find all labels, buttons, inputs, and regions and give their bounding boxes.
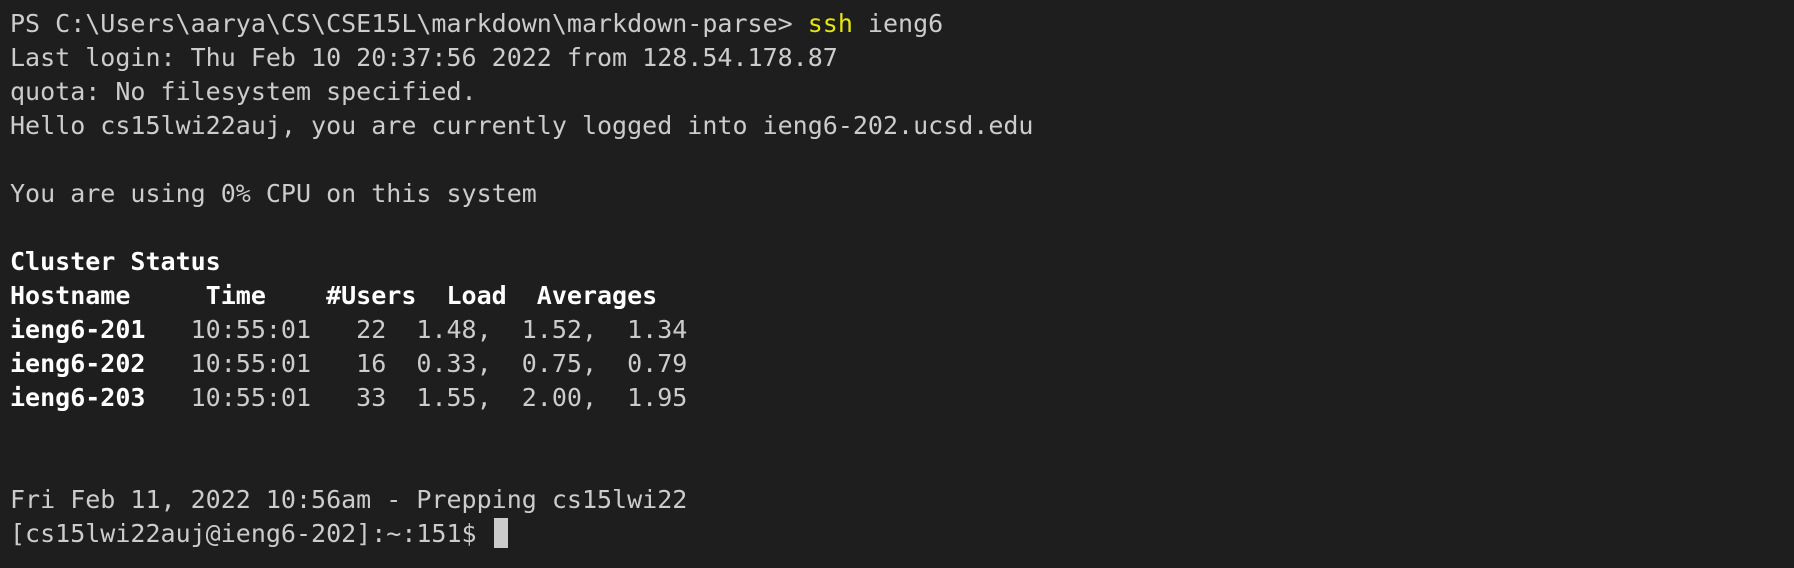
cluster-row: ieng6-201 10:55:01 22 1.48, 1.52, 1.34 (10, 313, 1794, 347)
ps-prompt-line: PS C:\Users\aarya\CS\CSE15L\markdown\mar… (10, 7, 1794, 41)
text-cursor (493, 518, 508, 548)
last-login-line: Last login: Thu Feb 10 20:37:56 2022 fro… (10, 43, 838, 72)
remote-prompt: [cs15lwi22auj@ieng6-202]:~:151$ (10, 519, 492, 548)
quota-line: quota: No filesystem specified. (10, 77, 477, 106)
cluster-header: Hostname Time #Users Load Averages (10, 281, 658, 310)
host-name: ieng6-202 (10, 349, 146, 378)
cluster-row: ieng6-202 10:55:01 16 0.33, 0.75, 0.79 (10, 347, 1794, 381)
cluster-row: ieng6-203 10:55:01 33 1.55, 2.00, 1.95 (10, 381, 1794, 415)
host-stats: 10:55:01 22 1.48, 1.52, 1.34 (145, 315, 688, 344)
host-stats: 10:55:01 33 1.55, 2.00, 1.95 (145, 383, 688, 412)
prepping-line: Fri Feb 11, 2022 10:56am - Prepping cs15… (10, 485, 688, 514)
command-text: ssh (807, 9, 853, 38)
hello-line: Hello cs15lwi22auj, you are currently lo… (10, 111, 1034, 140)
host-name: ieng6-201 (10, 315, 146, 344)
cluster-title: Cluster Status (10, 247, 221, 276)
command-arg: ieng6 (852, 9, 944, 38)
terminal-window[interactable]: PS C:\Users\aarya\CS\CSE15L\markdown\mar… (0, 0, 1794, 568)
remote-prompt-line[interactable]: [cs15lwi22auj@ieng6-202]:~:151$ (10, 517, 1794, 551)
cpu-line: You are using 0% CPU on this system (10, 179, 537, 208)
host-stats: 10:55:01 16 0.33, 0.75, 0.79 (145, 349, 688, 378)
host-name: ieng6-203 (10, 383, 146, 412)
ps-prompt: PS C:\Users\aarya\CS\CSE15L\markdown\mar… (10, 9, 808, 38)
